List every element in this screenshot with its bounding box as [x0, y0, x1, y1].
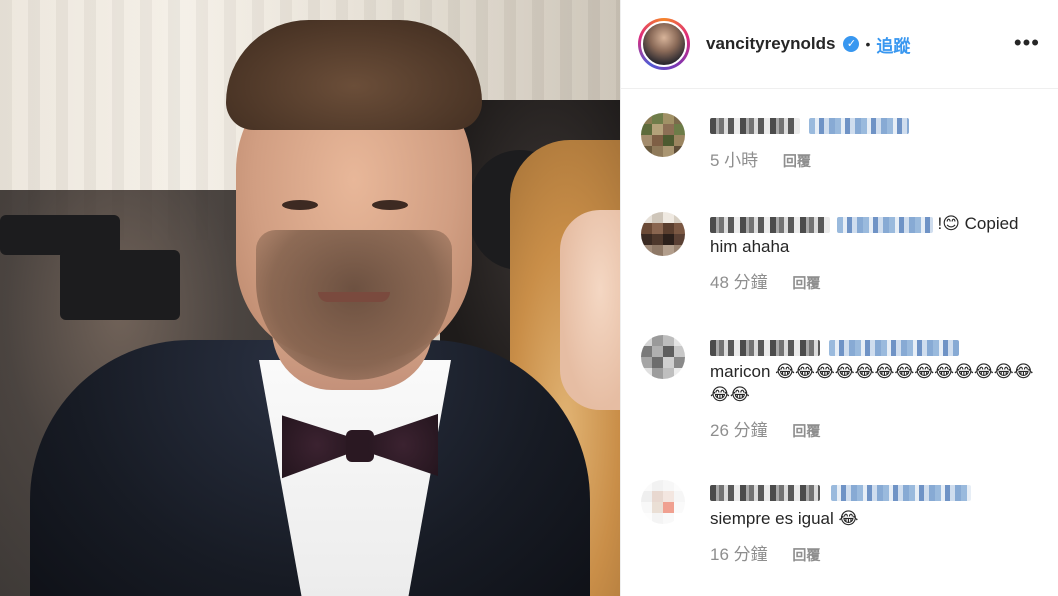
redacted-username	[710, 484, 820, 501]
photo-man-mouth	[318, 292, 390, 302]
comment-text: siempre es igual 😂	[710, 480, 1040, 530]
post-side-panel: vancityreynolds ✓ • 追蹤 ••• 5 小時 回覆 !😊 Co…	[620, 0, 1058, 596]
photo-woman-face	[560, 210, 620, 410]
redacted-mention	[808, 117, 909, 134]
reply-button[interactable]: 回覆	[783, 153, 811, 169]
comment-text	[710, 113, 1040, 136]
comment-timestamp: 48 分鐘	[710, 273, 768, 292]
commenter-avatar[interactable]	[641, 480, 685, 524]
follow-button[interactable]: 追蹤	[876, 32, 910, 57]
commenter-avatar[interactable]	[641, 113, 685, 157]
avatar-mosaic	[641, 212, 685, 256]
redacted-mention	[836, 216, 933, 233]
reply-button[interactable]: 回覆	[792, 275, 820, 291]
redacted-mention	[830, 484, 971, 501]
camera-shape	[60, 250, 180, 320]
redacted-mention	[828, 339, 959, 356]
header-separator: •	[865, 36, 871, 52]
commenter-avatar[interactable]	[641, 212, 685, 256]
commenter-avatar[interactable]	[641, 335, 685, 379]
avatar-mosaic	[641, 335, 685, 379]
photo-man-eye	[372, 200, 408, 210]
more-options-icon[interactable]: •••	[1014, 30, 1040, 56]
photo-bow-tie	[282, 408, 438, 482]
redacted-username	[710, 216, 830, 233]
comment-meta: 5 小時 回覆	[710, 146, 1040, 171]
avatar-mosaic	[641, 480, 685, 524]
post-photo[interactable]	[0, 0, 620, 596]
comment-timestamp: 26 分鐘	[710, 421, 768, 440]
avatar-mosaic	[641, 113, 685, 157]
comment-meta: 26 分鐘 回覆	[710, 416, 1040, 441]
author-avatar[interactable]	[641, 21, 687, 67]
redacted-username	[710, 117, 800, 134]
post-header: vancityreynolds ✓ • 追蹤 •••	[621, 0, 1058, 89]
verified-badge-icon: ✓	[843, 36, 860, 52]
reply-button[interactable]: 回覆	[792, 423, 820, 439]
story-ring[interactable]	[638, 18, 690, 70]
camera-shape	[0, 215, 120, 255]
photo-man-eye	[282, 200, 318, 210]
author-username[interactable]: vancityreynolds	[706, 34, 835, 54]
comment-timestamp: 16 分鐘	[710, 545, 768, 564]
comment-text: maricon 😂😂😂😂😂😂😂😂😂😂😂😂😂😂😂	[710, 335, 1040, 406]
reply-button[interactable]: 回覆	[792, 547, 820, 563]
comment-timestamp: 5 小時	[710, 151, 759, 170]
photo-man-hair	[226, 20, 482, 130]
comment-text: !😊 Copied him ahaha	[710, 214, 1019, 256]
comment-meta: 48 分鐘 回覆	[710, 268, 1040, 293]
redacted-username	[710, 339, 820, 356]
comment-meta: 16 分鐘 回覆	[710, 540, 1040, 565]
